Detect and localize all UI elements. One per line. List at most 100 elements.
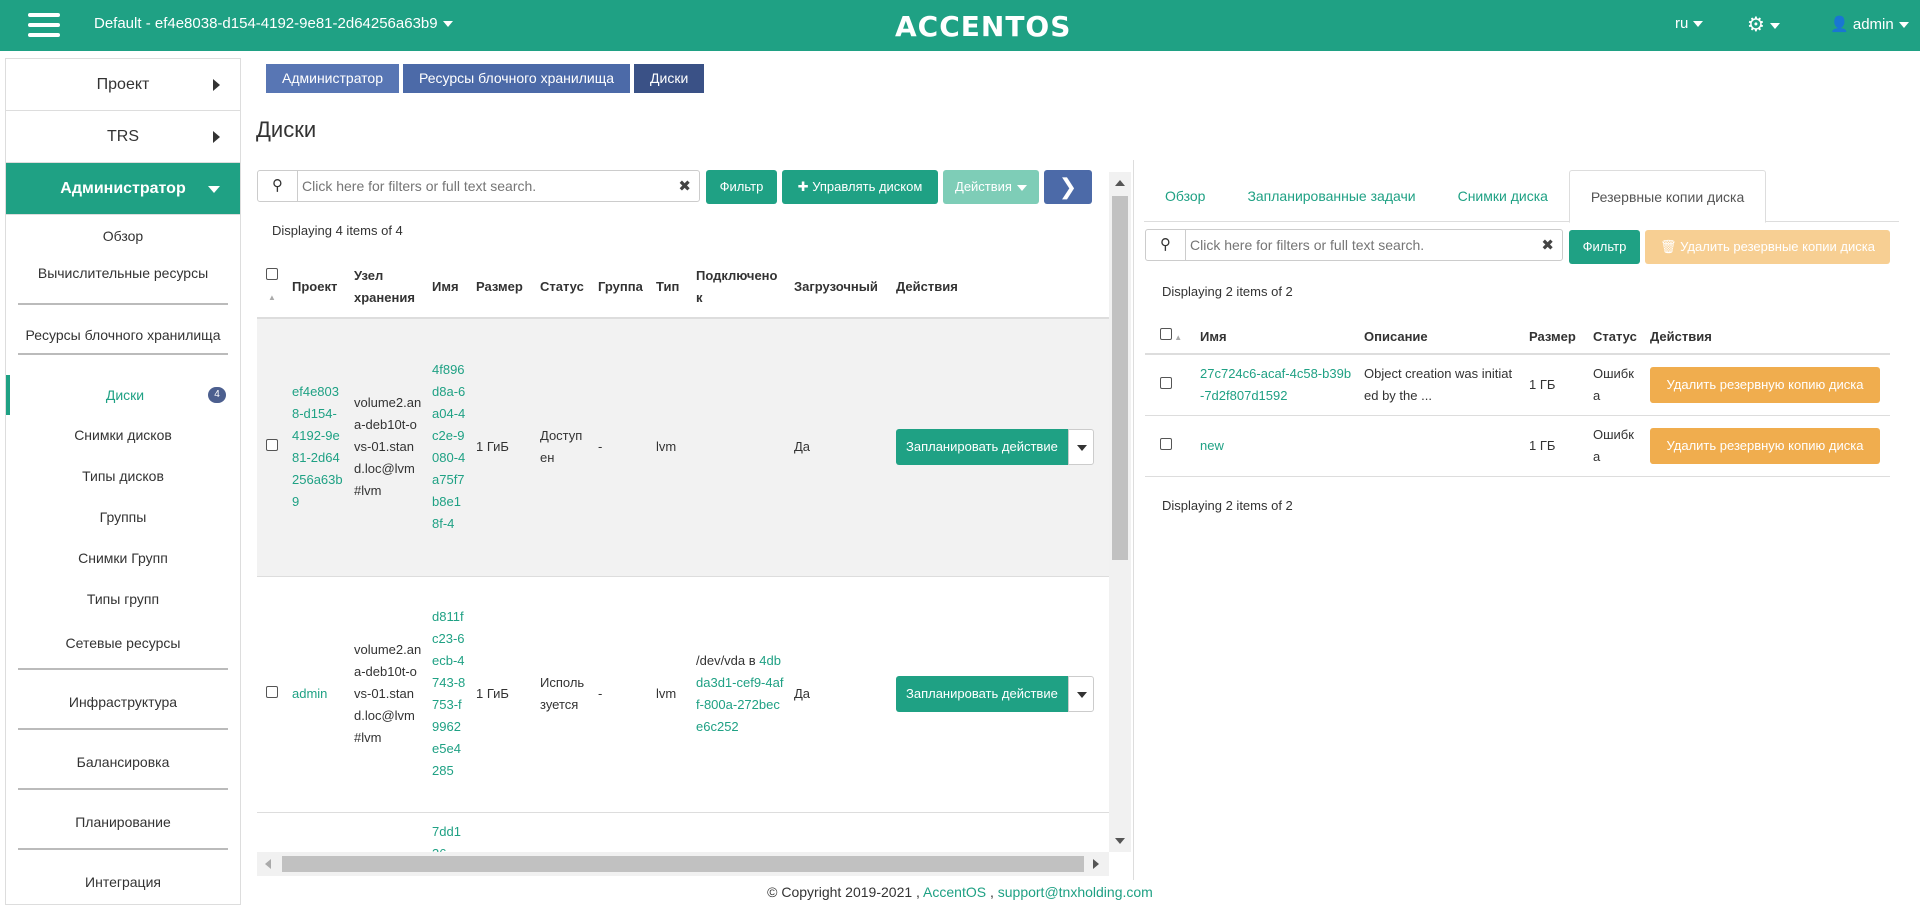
sidebar-group-planning[interactable]: Планирование [18,790,228,850]
project-link[interactable]: admin [292,686,327,701]
sidebar-item-groups[interactable]: Группы [6,497,240,538]
scroll-left-icon[interactable] [265,859,271,869]
size-cell: 1 ГБ [1529,437,1556,453]
scroll-down-icon[interactable] [1115,838,1125,844]
sidebar-item-volumes[interactable]: Диски 4 [6,375,240,415]
horizontal-scrollbar[interactable] [257,852,1109,876]
trash-icon: 🗑 [1660,239,1681,254]
row-actions: Запланировать действие [896,429,1104,466]
support-email-link[interactable]: support@tnxholding.com [998,884,1153,900]
scroll-right-icon[interactable] [1093,859,1099,869]
sidebar-section-trs[interactable]: TRS [6,111,240,163]
col-group[interactable]: Группа [593,256,651,318]
status-cell: Ошибка [1593,365,1634,403]
volume-name-link[interactable]: 4f896d8a-6a04-4c2e-9080-4a75f7b8e18f-4 [432,362,465,531]
sidebar-item-volume-snapshots[interactable]: Снимки дисков [6,415,240,456]
brand-link[interactable]: AccentOS [923,884,986,900]
manage-volume-button[interactable]: ✚ Управлять диском [782,170,938,204]
row-checkbox[interactable] [266,439,278,452]
sidebar-group-block-storage[interactable]: Ресурсы блочного хранилища [18,305,228,355]
sidebar-item-group-types[interactable]: Типы групп [6,579,240,620]
tab-volume-snapshots[interactable]: Снимки диска [1437,170,1569,221]
sidebar-item-volume-types[interactable]: Типы дисков [6,456,240,497]
row-actions: Запланировать действие [896,676,1104,712]
row-checkbox[interactable] [266,686,278,698]
volume-name-link[interactable]: 7dd136 [432,824,461,853]
backups-search-input[interactable] [1190,234,1530,256]
expand-panel-button[interactable]: ❯ [1044,170,1092,204]
col-name[interactable]: Имя [1195,320,1359,354]
sidebar-group-compute[interactable]: Вычислительные ресурсы [18,255,228,305]
sidebar-section-label: Администратор [60,179,186,197]
sidebar-item-label: Сетевые ресурсы [65,635,181,651]
search-icon[interactable]: ⚲ [1146,230,1186,260]
schedule-action-button[interactable]: Запланировать действие [896,676,1068,712]
size-cell: 1 ГиБ [476,439,509,455]
col-type[interactable]: Тип [651,256,691,318]
table-row: admin volume2.ana-deb10t-ovs-01.stand.lo… [257,576,1109,812]
sidebar-item-overview[interactable]: Обзор [6,215,240,255]
status-cell: Доступен [540,428,583,466]
language-switcher[interactable]: ru [1675,15,1704,32]
select-all-checkbox[interactable] [1160,327,1172,340]
row-actions-dropdown[interactable] [1067,429,1094,466]
col-size[interactable]: Размер [471,256,535,318]
clear-icon[interactable]: ✖ [678,177,691,195]
host-cell: volume2.ana-deb10t-ovs-01.stand.loc@lvm#… [354,395,422,499]
sidebar-group-balancing[interactable]: Балансировка [18,730,228,790]
col-status[interactable]: Статус [1588,320,1645,354]
project-switcher[interactable]: Default - ef4e8038-d154-4192-9e81-2d6425… [94,15,453,32]
backup-name-link[interactable]: 27c724c6-acaf-4c58-b39b-7d2f807d1592 [1200,366,1351,403]
schedule-action-button[interactable]: Запланировать действие [896,429,1068,466]
tab-scheduled-tasks[interactable]: Запланированные задачи [1226,170,1436,221]
volumes-search-input[interactable] [302,175,672,197]
vertical-scrollbar[interactable] [1109,172,1131,852]
select-all-checkbox[interactable] [266,267,278,280]
sort-icon[interactable]: ▲ [1172,333,1182,342]
row-checkbox[interactable] [1160,376,1172,389]
col-host[interactable]: Узел хранения [349,256,427,318]
backup-name-link[interactable]: new [1200,438,1224,453]
col-size[interactable]: Размер [1524,320,1588,354]
delete-backups-button[interactable]: 🗑 Удалить резервные копии диска [1645,230,1890,264]
scroll-up-icon[interactable] [1115,180,1125,186]
project-link[interactable]: ef4e8038-d154-4192-9e81-2d64256a63b9 [292,384,343,509]
col-attached[interactable]: Подключено к [691,256,789,318]
status-cell: Используется [540,675,585,712]
tab-overview[interactable]: Обзор [1144,170,1226,221]
top-navbar: Default - ef4e8038-d154-4192-9e81-2d6425… [0,0,1920,51]
breadcrumb-admin[interactable]: Администратор [266,64,400,93]
breadcrumb-block-storage[interactable]: Ресурсы блочного хранилища [403,64,631,93]
user-menu[interactable]: 👤 admin [1830,15,1909,33]
volumes-table: ▲ Проект Узел хранения Имя Размер Статус… [257,256,1109,852]
col-bootable[interactable]: Загрузочный [789,256,891,318]
filter-button[interactable]: Фильтр [706,170,777,204]
delete-backup-button[interactable]: Удалить резервную копию диска [1650,427,1880,464]
row-actions-dropdown[interactable] [1067,676,1094,712]
col-status[interactable]: Статус [535,256,593,318]
volume-name-link[interactable]: d811fc23-6ecb-4743-8753-f9962e5e4285 [432,609,465,778]
row-checkbox[interactable] [1160,437,1172,450]
delete-backup-button[interactable]: Удалить резервную копию диска [1650,366,1880,403]
sidebar-section-admin[interactable]: Администратор [6,163,240,215]
sidebar-section-project[interactable]: Проект [6,59,240,111]
col-project[interactable]: Проект [287,256,349,318]
scrollbar-thumb[interactable] [282,856,1084,872]
sidebar-group-network[interactable]: Сетевые ресурсы [18,620,228,670]
clear-icon[interactable]: ✖ [1541,236,1554,254]
table-header-row: ▲ Проект Узел хранения Имя Размер Статус… [257,256,1109,318]
sidebar-item-group-snapshots[interactable]: Снимки Групп [6,538,240,579]
panel-divider[interactable] [1133,160,1134,880]
backups-filter-button[interactable]: Фильтр [1569,230,1640,264]
actions-dropdown-button[interactable]: Действия [943,170,1039,204]
scrollbar-thumb[interactable] [1112,196,1128,560]
search-icon[interactable]: ⚲ [258,171,298,201]
tab-volume-backups[interactable]: Резервные копии диска [1568,170,1767,223]
col-description[interactable]: Описание [1359,320,1524,354]
menu-toggle-icon[interactable] [28,13,60,39]
sidebar-group-infrastructure[interactable]: Инфраструктура [18,670,228,730]
col-name[interactable]: Имя [427,256,471,318]
backups-search-bar: ⚲ ✖ [1145,229,1563,261]
sort-icon[interactable]: ▲ [262,287,282,309]
settings-menu[interactable]: ⚙ [1747,12,1780,37]
